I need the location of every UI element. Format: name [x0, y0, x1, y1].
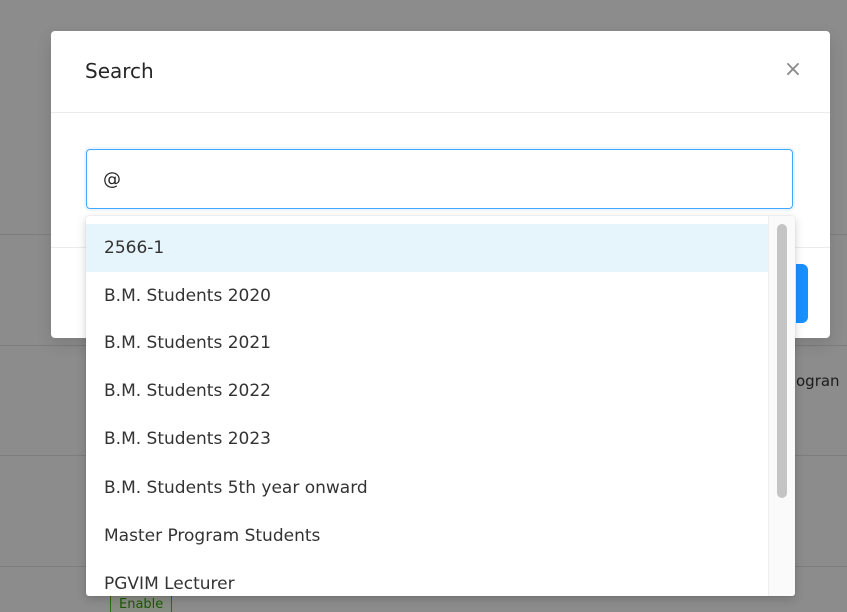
- dropdown-option[interactable]: 2566-1: [86, 224, 768, 272]
- search-input[interactable]: [86, 149, 793, 209]
- dropdown-option[interactable]: B.M. Students 2021: [86, 319, 768, 367]
- dropdown-scrollbar-thumb[interactable]: [777, 224, 787, 498]
- modal-header: Search ×: [51, 31, 830, 113]
- dropdown-option[interactable]: Master Program Students: [86, 512, 768, 560]
- modal-primary-button[interactable]: [796, 264, 808, 323]
- modal-title: Search: [85, 59, 154, 83]
- dropdown-scrollbar[interactable]: [768, 216, 795, 596]
- dropdown-option[interactable]: B.M. Students 2023: [86, 415, 768, 463]
- dropdown-option[interactable]: PGVIM Lecturer: [86, 560, 768, 596]
- dropdown-option[interactable]: B.M. Students 5th year onward: [86, 464, 768, 512]
- dropdown-option[interactable]: B.M. Students 2022: [86, 367, 768, 415]
- search-dropdown: 2566-1 B.M. Students 2020 B.M. Students 20…: [86, 216, 795, 596]
- dropdown-option[interactable]: B.M. Students 2020: [86, 272, 768, 320]
- close-icon[interactable]: ×: [782, 59, 804, 81]
